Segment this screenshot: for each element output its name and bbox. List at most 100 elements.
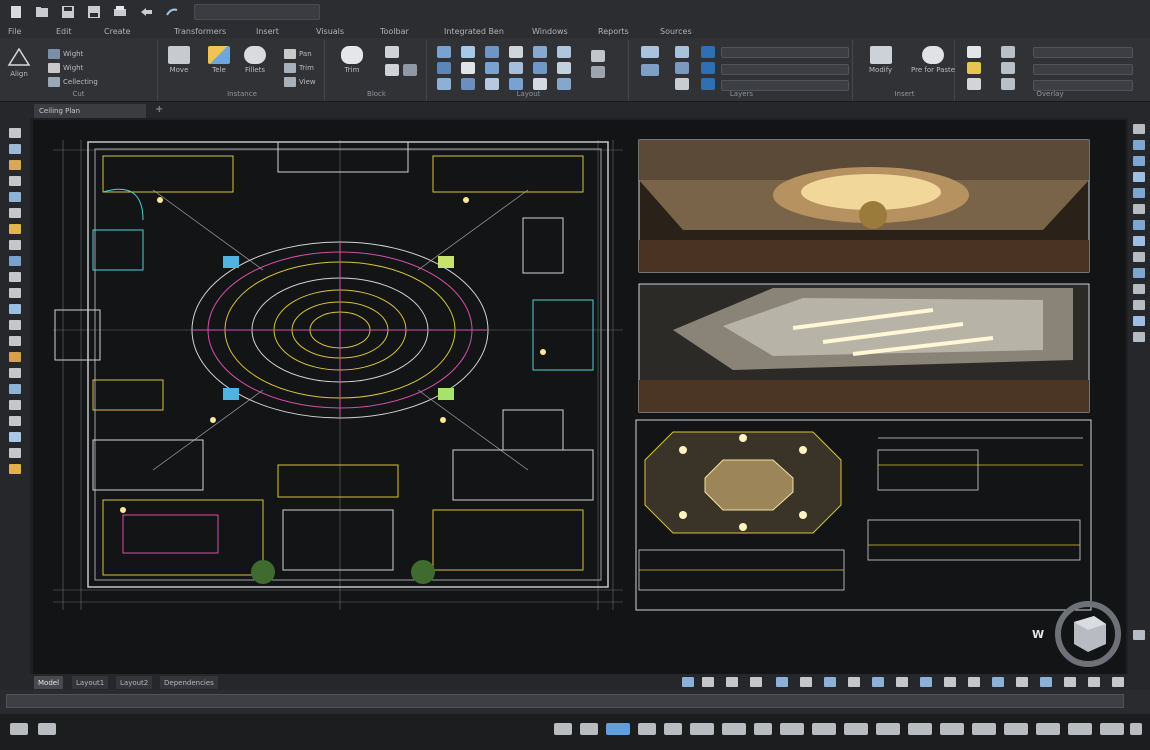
tool-icon[interactable] [9,256,21,266]
viewcube[interactable] [1044,600,1124,668]
tool-icon[interactable] [9,240,21,250]
new-icon[interactable] [6,3,26,21]
tool-icon[interactable] [1133,124,1145,134]
drawing-canvas[interactable]: W [33,120,1126,674]
paste-button[interactable]: Pre for Paste [911,46,955,74]
status-icon[interactable] [1068,723,1092,735]
tool-icon[interactable] [9,400,21,410]
tool-icon[interactable] [9,224,21,234]
nav-icon[interactable] [1088,677,1100,687]
layer-icon[interactable] [509,46,523,58]
nav-icon[interactable] [702,677,714,687]
status-icon[interactable] [780,723,804,735]
draw-item-3[interactable]: Cellecting [48,76,98,88]
tab-insert[interactable]: Insert [256,27,316,36]
layer-icon[interactable] [557,46,571,58]
status-icon[interactable] [908,723,932,735]
check-icon[interactable] [701,62,715,74]
layer-icon[interactable] [533,78,547,90]
fillets-button[interactable]: Fillets [244,46,266,74]
tool-icon[interactable] [9,272,21,282]
tab-integrated[interactable]: Integrated Ben [444,27,532,36]
status-icon[interactable] [1036,723,1060,735]
tool-icon[interactable] [9,336,21,346]
layer-icon[interactable] [485,46,499,58]
status-icon[interactable] [1100,723,1124,735]
print-icon[interactable] [110,3,130,21]
layer-icon[interactable] [557,78,571,90]
align-button[interactable]: Align [6,46,32,78]
tab-layout2[interactable]: Layout2 [116,676,153,689]
compass-w-label[interactable]: W [1032,628,1044,641]
style-icon[interactable] [1001,62,1015,74]
nav-icon[interactable] [848,677,860,687]
layer-icon[interactable] [437,46,451,58]
tool-icon[interactable] [9,464,21,474]
customize-icon[interactable] [1130,723,1142,735]
tool-icon[interactable] [591,50,605,62]
new-tab-button[interactable]: + [155,104,163,115]
tool-icon[interactable] [1133,332,1145,342]
tool-icon[interactable] [1133,236,1145,246]
block-icon[interactable] [385,46,399,58]
layer-icon[interactable] [485,78,499,90]
tab-file[interactable]: File [8,27,56,36]
tool-icon[interactable] [9,384,21,394]
measure-icon[interactable] [967,46,981,58]
tab-transformers[interactable]: Transformers [174,27,256,36]
status-icon[interactable] [876,723,900,735]
open-icon[interactable] [32,3,52,21]
tool-icon[interactable] [1133,220,1145,230]
save-icon[interactable] [58,3,78,21]
draw-panel-title[interactable]: Cut [0,90,157,98]
layer-icon[interactable] [437,78,451,90]
style-icon[interactable] [1001,46,1015,58]
redo-icon[interactable] [162,3,182,21]
tool-icon[interactable] [1133,284,1145,294]
block-panel-title[interactable]: Insert [855,90,954,98]
modify-button[interactable]: Modify [869,46,892,74]
tool-icon[interactable] [9,432,21,442]
tool-icon[interactable] [1133,156,1145,166]
nav-icon[interactable] [992,677,1004,687]
status-icon[interactable] [690,723,714,735]
nav-icon[interactable] [1040,677,1052,687]
layer-state-icon[interactable] [641,64,659,76]
snap-toggle-icon[interactable] [38,723,56,735]
status-icon[interactable] [844,723,868,735]
layer-icon[interactable] [509,62,523,74]
tool-icon[interactable] [1133,140,1145,150]
attribute-icon[interactable] [385,64,399,76]
nav-icon[interactable] [682,677,694,687]
ortho-toggle-icon[interactable] [606,723,630,735]
edit-icon[interactable] [403,64,417,76]
move-button[interactable]: Move [168,46,190,74]
nav-icon[interactable] [944,677,956,687]
command-input[interactable] [6,694,1124,708]
tool-icon[interactable] [9,448,21,458]
tab-dependencies[interactable]: Dependencies [160,676,218,689]
undo-icon[interactable] [136,3,156,21]
status-icon[interactable] [972,723,996,735]
tool-icon[interactable] [9,352,21,362]
layer-icon[interactable] [509,78,523,90]
tool-icon[interactable] [9,416,21,426]
layer-icon[interactable] [533,62,547,74]
tab-model[interactable]: Model [34,676,64,689]
quick-select-icon[interactable] [967,62,981,74]
nav-icon[interactable] [896,677,908,687]
status-icon[interactable] [580,723,598,735]
calculator-icon[interactable] [967,78,981,90]
status-icon[interactable] [722,723,746,735]
tool-icon[interactable] [9,288,21,298]
modify-item-2[interactable]: Trim [284,62,314,74]
tool-icon[interactable] [9,304,21,314]
nav-icon[interactable] [872,677,884,687]
tab-windows[interactable]: Windows [532,27,598,36]
nav-icon[interactable] [750,677,762,687]
status-icon[interactable] [812,723,836,735]
nav-icon[interactable] [1016,677,1028,687]
tool-icon[interactable] [1133,172,1145,182]
tab-sources[interactable]: Sources [660,27,720,36]
tool-icon[interactable] [9,192,21,202]
